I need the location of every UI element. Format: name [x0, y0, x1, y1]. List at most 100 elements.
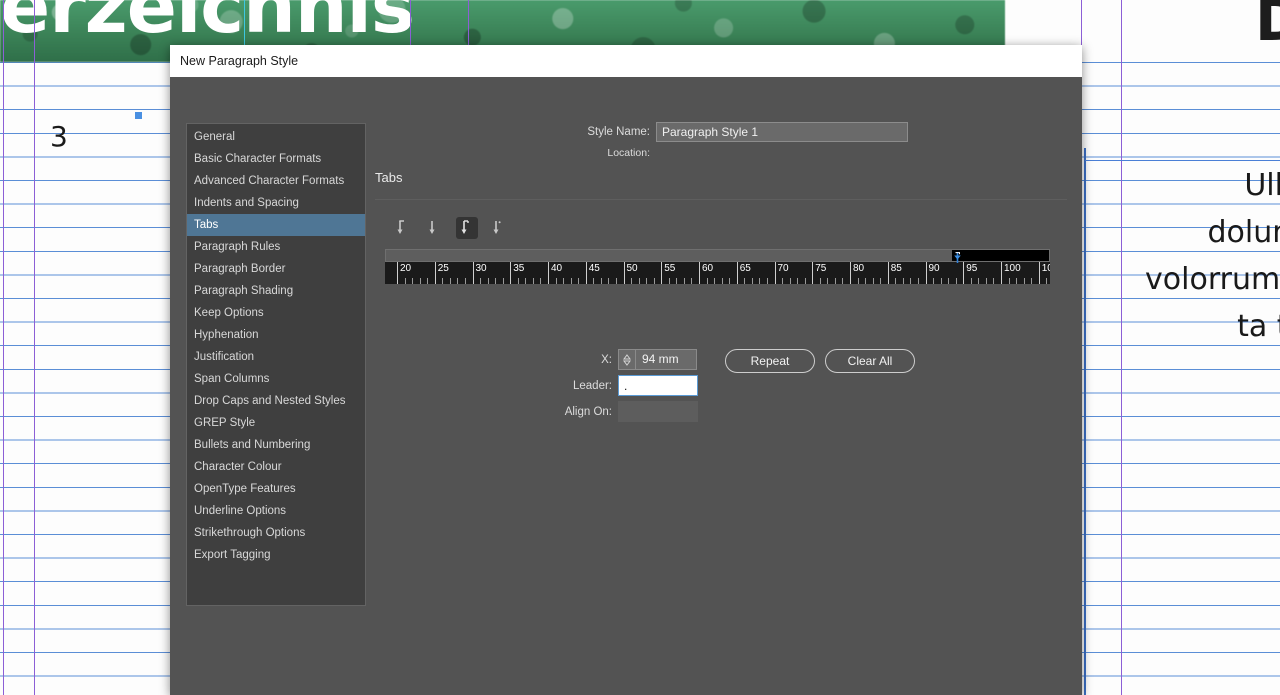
sidebar-item-general[interactable]: General — [187, 126, 365, 148]
ruler-tick-minor — [789, 278, 791, 284]
x-value[interactable]: 94 mm — [636, 350, 696, 369]
ruler-tick-minor — [933, 278, 935, 284]
margin-guide[interactable] — [1121, 0, 1122, 695]
x-stepper[interactable]: 94 mm — [618, 349, 697, 370]
location-row: Location: — [550, 147, 656, 159]
ruler-tick-minor — [751, 278, 753, 284]
sidebar-item-advanced-character-formats[interactable]: Advanced Character Formats — [187, 170, 365, 192]
ruler-tick-minor — [540, 278, 542, 284]
ruler-tick-minor — [555, 278, 557, 284]
new-paragraph-style-dialog[interactable]: New Paragraph Style General Basic Charact… — [170, 45, 1082, 695]
sidebar-item-opentype-features[interactable]: OpenType Features — [187, 478, 365, 500]
ruler-tick-minor — [880, 278, 882, 284]
body-line: volorrumquia — [1145, 262, 1280, 297]
ruler-tick-minor — [993, 278, 995, 284]
margin-guide[interactable] — [3, 0, 4, 695]
body-line: Ullisqu — [1244, 168, 1280, 203]
leader-input[interactable] — [618, 375, 698, 396]
ruler-tick-label: 80 — [853, 263, 865, 274]
ruler-tick-minor — [608, 278, 610, 284]
repeat-button[interactable]: Repeat — [725, 349, 815, 373]
x-spinner-arrows-icon[interactable] — [619, 350, 636, 369]
ruler-tick-minor — [638, 278, 640, 284]
sidebar-item-keep-options[interactable]: Keep Options — [187, 302, 365, 324]
tab-ruler-scale: 20 25 30 35 40 45 50 55 60 65 70 75 80 85 90 95 100 10 — [385, 262, 1050, 284]
ruler-tick-minor — [1046, 278, 1048, 284]
ruler-tick-minor — [865, 278, 867, 284]
ruler-tick-minor — [600, 278, 602, 284]
body-line: ta tqua — [1237, 309, 1280, 344]
tab-ruler[interactable]: 20 25 30 35 40 45 50 55 60 65 70 75 80 85 90 95 100 10 — [385, 249, 1050, 284]
ruler-tick-label: 35 — [513, 263, 525, 274]
sidebar-item-underline-options[interactable]: Underline Options — [187, 500, 365, 522]
sidebar-item-indents-and-spacing[interactable]: Indents and Spacing — [187, 192, 365, 214]
sidebar-item-basic-character-formats[interactable]: Basic Character Formats — [187, 148, 365, 170]
align-to-decimal-tab-icon[interactable] — [488, 217, 510, 239]
ruler-tick-minor — [457, 278, 459, 284]
sidebar-item-strikethrough-options[interactable]: Strikethrough Options — [187, 522, 365, 544]
body-line: dolum sa — [1207, 215, 1280, 250]
ruler-tick-minor — [827, 278, 829, 284]
selection-handle[interactable] — [135, 112, 142, 119]
ruler-tick-label: 45 — [588, 263, 600, 274]
left-justified-tab-icon[interactable] — [392, 217, 414, 239]
ruler-tick-minor — [842, 278, 844, 284]
sidebar-item-grep-style[interactable]: GREP Style — [187, 412, 365, 434]
ruler-tick-minor — [412, 278, 414, 284]
center-justified-tab-icon[interactable] — [424, 217, 446, 239]
ruler-tick-minor — [442, 278, 444, 284]
ruler-tick-minor — [631, 278, 633, 284]
align-on-input[interactable] — [618, 401, 698, 422]
ruler-tick-minor — [804, 278, 806, 284]
ruler-tick-minor — [427, 278, 429, 284]
sidebar-item-paragraph-rules[interactable]: Paragraph Rules — [187, 236, 365, 258]
ruler-tick-label: 90 — [928, 263, 940, 274]
tab-ruler-track[interactable] — [385, 249, 1050, 263]
dialog-titlebar[interactable]: New Paragraph Style — [170, 45, 1082, 77]
ruler-tick-label: 30 — [475, 263, 487, 274]
sidebar-item-bullets-and-numbering[interactable]: Bullets and Numbering — [187, 434, 365, 456]
ruler-tick-minor — [706, 278, 708, 284]
panel-divider — [375, 199, 1067, 200]
ruler-tick-minor — [615, 278, 617, 284]
tab-alignment-button-group[interactable] — [392, 217, 510, 239]
sidebar-item-drop-caps-and-nested-styles[interactable]: Drop Caps and Nested Styles — [187, 390, 365, 412]
ruler-tick-minor — [668, 278, 670, 284]
body-text-column: Ullisqu dolum sa volorrumquia ta tqua — [1085, 162, 1280, 350]
ruler-tick-label: 50 — [626, 263, 638, 274]
ruler-tick-minor — [578, 278, 580, 284]
clear-all-button[interactable]: Clear All — [825, 349, 915, 373]
ruler-tick-minor — [978, 278, 980, 284]
ruler-tick-minor — [985, 278, 987, 284]
sidebar-item-span-columns[interactable]: Span Columns — [187, 368, 365, 390]
tab-stop-marker[interactable] — [953, 250, 962, 263]
ruler-tick-minor — [721, 278, 723, 284]
ruler-tick-minor — [834, 278, 836, 284]
right-justified-tab-icon[interactable] — [456, 217, 478, 239]
sidebar-item-export-tagging[interactable]: Export Tagging — [187, 544, 365, 566]
ruler-tick-minor — [1031, 278, 1033, 284]
style-category-list[interactable]: General Basic Character Formats Advanced C… — [186, 123, 366, 606]
margin-guide[interactable] — [34, 0, 35, 695]
ruler-tick-label: 25 — [437, 263, 449, 274]
ruler-tick-minor — [872, 278, 874, 284]
ruler-tick-minor — [593, 278, 595, 284]
text-frame-edge[interactable] — [1084, 148, 1086, 695]
sidebar-item-tabs[interactable]: Tabs — [187, 214, 365, 236]
ruler-tick-minor — [1016, 278, 1018, 284]
ruler-tick-minor — [1023, 278, 1025, 284]
style-name-input[interactable] — [656, 122, 908, 142]
tab-leader-row: Leader: — [550, 375, 698, 396]
sidebar-item-justification[interactable]: Justification — [187, 346, 365, 368]
ruler-tick-minor — [729, 278, 731, 284]
tab-ruler-selected-range — [952, 250, 1049, 261]
align-on-label: Align On: — [564, 405, 612, 418]
ruler-tick-minor — [495, 278, 497, 284]
sidebar-item-hyphenation[interactable]: Hyphenation — [187, 324, 365, 346]
sidebar-item-character-colour[interactable]: Character Colour — [187, 456, 365, 478]
ruler-tick-minor — [464, 278, 466, 284]
ruler-tick-minor — [948, 278, 950, 284]
sidebar-item-paragraph-shading[interactable]: Paragraph Shading — [187, 280, 365, 302]
ruler-tick-minor — [940, 278, 942, 284]
sidebar-item-paragraph-border[interactable]: Paragraph Border — [187, 258, 365, 280]
